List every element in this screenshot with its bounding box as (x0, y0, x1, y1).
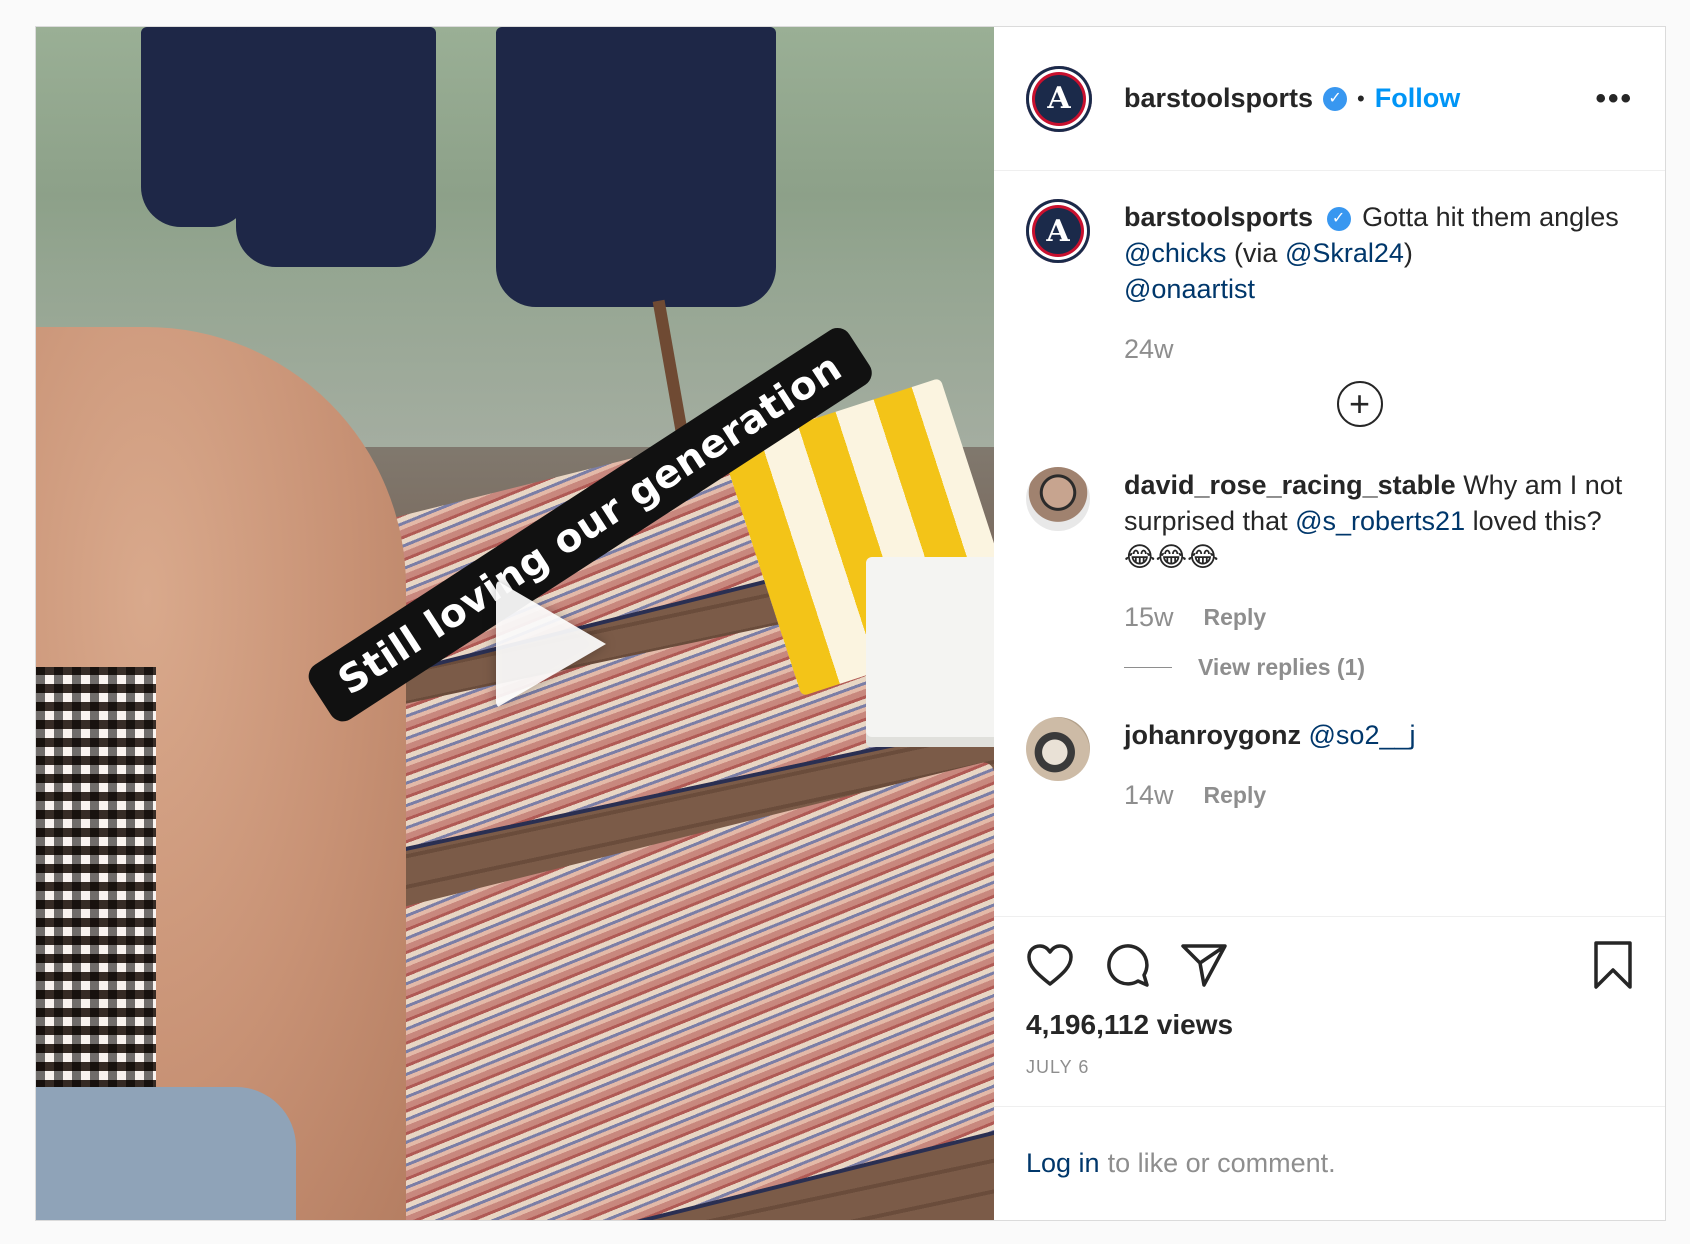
comment-meta: 14w Reply (1124, 777, 1416, 813)
action-icons (1026, 939, 1633, 991)
post-video[interactable]: Still loving our generation (36, 27, 994, 1220)
heart-icon[interactable] (1026, 943, 1074, 987)
mention-link[interactable]: @Skral24 (1285, 238, 1404, 268)
bookmark-icon[interactable] (1593, 940, 1633, 990)
caption-body: barstoolsports ✓ Gotta hit them angles @… (1124, 199, 1633, 367)
caption-meta: 24w (1124, 331, 1633, 367)
comments-list: A barstoolsports ✓ Gotta hit them angles… (994, 171, 1665, 916)
post-sidebar: A barstoolsports ✓ • Follow ••• A barsto… (994, 27, 1665, 1220)
comment-username[interactable]: johanroygonz (1124, 720, 1301, 750)
verified-badge-icon: ✓ (1326, 206, 1351, 231)
separator-dot: • (1357, 85, 1365, 111)
comment-meta: 15w Reply (1124, 599, 1633, 635)
view-count[interactable]: 4,196,112 views (1026, 1009, 1633, 1041)
comment-row: johanroygonz @so2__j 14w Reply (1026, 717, 1633, 813)
login-text: to like or comment. (1107, 1148, 1336, 1178)
umbrella (236, 27, 436, 267)
avatar-logo: A (1047, 81, 1071, 116)
caption-text: Gotta hit them angles (1362, 202, 1619, 232)
avatar-logo: A (1046, 213, 1070, 249)
umbrella (141, 27, 251, 227)
commenter-avatar[interactable] (1026, 467, 1090, 531)
action-bar: 4,196,112 views JULY 6 (994, 916, 1665, 1106)
cooler (866, 557, 994, 747)
comment-username[interactable]: david_rose_racing_stable (1124, 470, 1456, 500)
verified-badge-icon: ✓ (1323, 86, 1348, 111)
comment-age[interactable]: 15w (1124, 599, 1174, 635)
umbrella (496, 27, 776, 307)
author-avatar[interactable]: A (1026, 65, 1092, 132)
jeans (36, 1087, 296, 1220)
comment-body: david_rose_racing_stable Why am I not su… (1124, 467, 1633, 685)
view-replies-label: View replies (1) (1198, 654, 1366, 680)
comment-age[interactable]: 14w (1124, 777, 1174, 813)
mention-link[interactable]: @chicks (1124, 238, 1226, 268)
login-link[interactable]: Log in (1026, 1148, 1100, 1179)
follow-button[interactable]: Follow (1375, 83, 1460, 114)
caption-author-avatar[interactable]: A (1026, 199, 1090, 263)
caption-username[interactable]: barstoolsports (1124, 202, 1313, 232)
gingham-top (36, 667, 156, 1107)
comment-icon[interactable] (1104, 942, 1150, 988)
more-options-icon[interactable]: ••• (1595, 82, 1633, 116)
comment-row: david_rose_racing_stable Why am I not su… (1026, 467, 1633, 685)
load-more-comments-icon[interactable]: + (1336, 381, 1383, 427)
share-icon[interactable] (1180, 942, 1228, 988)
caption-text: ) (1403, 238, 1413, 268)
post-header: A barstoolsports ✓ • Follow ••• (994, 27, 1665, 171)
caption-row: A barstoolsports ✓ Gotta hit them angles… (1026, 199, 1633, 367)
mention-link[interactable]: @so2__j (1309, 720, 1416, 750)
reply-button[interactable]: Reply (1204, 777, 1267, 813)
comment-body: johanroygonz @so2__j 14w Reply (1124, 717, 1416, 813)
commenter-avatar[interactable] (1026, 717, 1090, 781)
instagram-post: Still loving our generation A barstoolsp… (35, 26, 1666, 1221)
caption-text: (via (1226, 238, 1285, 268)
caption-age[interactable]: 24w (1124, 331, 1174, 367)
login-prompt: Log in to like or comment. (994, 1106, 1665, 1220)
play-icon[interactable] (496, 580, 606, 708)
view-replies-button[interactable]: View replies (1) (1124, 649, 1633, 685)
post-date[interactable]: JULY 6 (1026, 1057, 1633, 1078)
reply-button[interactable]: Reply (1204, 599, 1267, 635)
mention-link[interactable]: @onaartist (1124, 274, 1255, 304)
mention-link[interactable]: @s_roberts21 (1295, 506, 1465, 536)
replies-divider (1124, 666, 1172, 668)
author-username[interactable]: barstoolsports (1124, 83, 1313, 114)
